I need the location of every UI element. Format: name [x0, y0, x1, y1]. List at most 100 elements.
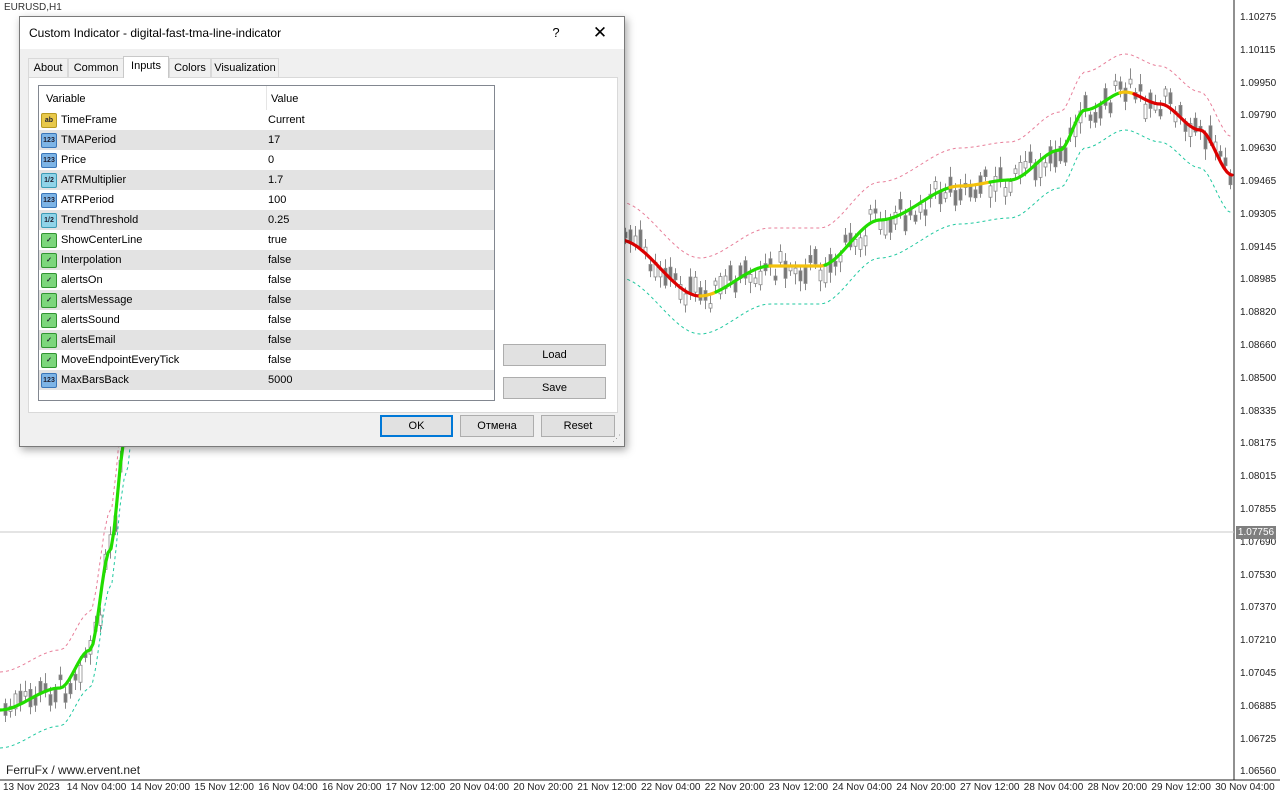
candle-body	[758, 270, 763, 286]
input-variable-name: alertsSound	[61, 314, 120, 326]
tab-visualization[interactable]: Visualization	[211, 58, 279, 77]
time-tick-label: 17 Nov 12:00	[385, 782, 446, 793]
input-variable-name: Price	[61, 154, 87, 166]
candle-body	[1028, 151, 1033, 164]
price-tick-label: 1.10115	[1240, 44, 1276, 56]
time-tick-label: 22 Nov 20:00	[704, 782, 765, 793]
candle-body	[883, 220, 888, 236]
column-divider[interactable]	[266, 86, 267, 110]
save-button[interactable]: Save	[503, 377, 606, 399]
candle-body	[833, 260, 838, 267]
input-row-price[interactable]: 123 Price 0	[39, 150, 494, 171]
input-value-field[interactable]: 17	[268, 134, 280, 146]
candle-body	[693, 276, 698, 293]
candle-body	[813, 248, 818, 265]
candle-body	[953, 190, 958, 206]
input-row-tmaperiod[interactable]: 123 TMAPeriod 17	[39, 130, 494, 151]
column-header-variable[interactable]: Variable	[46, 93, 86, 105]
tab-common[interactable]: Common	[68, 58, 124, 77]
input-row-alertson[interactable]: ✓ alertsOn false	[39, 270, 494, 291]
input-value-field[interactable]: 1.7	[268, 174, 283, 186]
candle-body	[808, 254, 813, 263]
input-row-alertssound[interactable]: ✓ alertsSound false	[39, 310, 494, 331]
input-row-showcenterline[interactable]: ✓ ShowCenterLine true	[39, 230, 494, 251]
integer-type-icon: 123	[41, 193, 57, 208]
candle-body	[793, 267, 798, 275]
load-button[interactable]: Load	[503, 344, 606, 366]
dialog-titlebar[interactable]: Custom Indicator - digital-fast-tma-line…	[20, 17, 624, 49]
price-tick-label: 1.09950	[1240, 77, 1277, 89]
input-row-maxbarsback[interactable]: 123 MaxBarsBack 5000	[39, 370, 494, 391]
input-row-moveendpointeverytick[interactable]: ✓ MoveEndpointEveryTick false	[39, 350, 494, 371]
current-price-badge: 1.07756	[1236, 526, 1276, 539]
input-row-atrperiod[interactable]: 123 ATRPeriod 100	[39, 190, 494, 211]
candle-body	[638, 229, 643, 248]
input-value-field[interactable]: false	[268, 274, 291, 286]
candle-body	[1043, 162, 1048, 168]
candle-body	[23, 691, 28, 697]
candle-body	[708, 303, 713, 309]
candle-body	[1008, 181, 1013, 193]
resize-grip-icon[interactable]: ⋰	[612, 433, 622, 443]
tab-colors[interactable]: Colors	[169, 58, 211, 77]
input-variable-name: alertsOn	[61, 274, 103, 286]
input-row-interpolation[interactable]: ✓ Interpolation false	[39, 250, 494, 271]
input-row-alertsemail[interactable]: ✓ alertsEmail false	[39, 330, 494, 351]
time-tick-label: 28 Nov 04:00	[1023, 782, 1084, 793]
input-row-alertsmessage[interactable]: ✓ alertsMessage false	[39, 290, 494, 311]
input-value-field[interactable]: false	[268, 314, 291, 326]
candle-body	[983, 169, 988, 177]
time-tick-label: 24 Nov 20:00	[896, 782, 956, 793]
input-value-field[interactable]: false	[268, 294, 291, 306]
candle-body	[1093, 111, 1098, 123]
reset-button[interactable]: Reset	[541, 415, 615, 437]
input-variable-name: alertsEmail	[61, 334, 116, 346]
input-value-field[interactable]: 0.25	[268, 214, 289, 226]
tma-center-segment	[823, 185, 952, 267]
tab-inputs[interactable]: Inputs	[123, 56, 169, 78]
input-variable-name: Interpolation	[61, 254, 122, 266]
candle-body	[628, 229, 633, 243]
price-tick-label: 1.07045	[1240, 668, 1277, 679]
price-tick-label: 1.08335	[1240, 405, 1277, 417]
column-header-value[interactable]: Value	[271, 93, 298, 105]
candle-body	[778, 251, 783, 263]
candle-body	[713, 280, 718, 286]
input-value-field[interactable]: true	[268, 234, 287, 246]
input-value-field[interactable]: false	[268, 354, 291, 366]
help-button[interactable]: ?	[542, 22, 570, 44]
input-variable-name: ATRPeriod	[61, 194, 114, 206]
input-value-field[interactable]: 5000	[268, 374, 292, 386]
time-tick-label: 24 Nov 04:00	[832, 782, 892, 793]
candle-body	[918, 203, 923, 213]
input-value-field[interactable]: false	[268, 334, 291, 346]
input-row-timeframe[interactable]: ab TimeFrame Current	[39, 110, 494, 131]
tma-center-segment	[768, 263, 827, 268]
candle-body	[988, 185, 993, 198]
candle-body	[783, 260, 788, 279]
price-tick-label: 1.08985	[1240, 274, 1277, 286]
bool-type-icon: ✓	[41, 333, 57, 348]
candle-body	[1158, 108, 1163, 117]
cancel-button[interactable]: Отмена	[460, 415, 534, 437]
candle-body	[923, 209, 928, 216]
input-row-trendthreshold[interactable]: 1/2 TrendThreshold 0.25	[39, 210, 494, 231]
input-value-field[interactable]: 0	[268, 154, 274, 166]
price-tick-label: 1.09465	[1240, 176, 1277, 187]
candle-body	[48, 694, 53, 706]
price-tick-label: 1.06560	[1240, 766, 1277, 778]
grid-header: Variable Value	[39, 86, 494, 111]
input-row-atrmultiplier[interactable]: 1/2 ATRMultiplier 1.7	[39, 170, 494, 191]
tab-about[interactable]: About	[28, 58, 68, 77]
integer-type-icon: 123	[41, 153, 57, 168]
inputs-grid[interactable]: Variable Value ab TimeFrame Current 123 TMAP…	[38, 85, 495, 401]
close-icon[interactable]: ✕	[586, 22, 614, 44]
tma-center-segment	[1118, 90, 1136, 96]
input-value-field[interactable]: 100	[268, 194, 286, 206]
price-tick-label: 1.08660	[1240, 340, 1277, 351]
input-value-field[interactable]: Current	[268, 114, 305, 126]
input-value-field[interactable]: false	[268, 254, 291, 266]
candle-body	[1123, 87, 1128, 102]
candle-body	[1223, 157, 1228, 167]
ok-button[interactable]: OK	[380, 415, 453, 437]
